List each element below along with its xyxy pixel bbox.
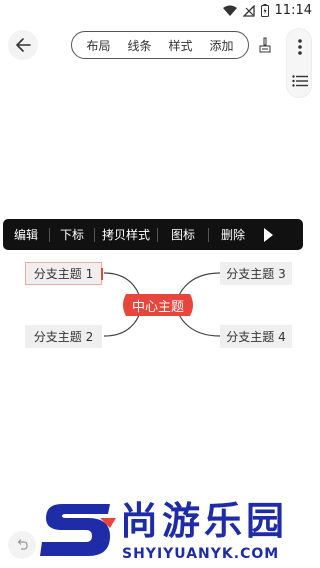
format-tabs: 布局 线条 样式 添加 <box>71 31 249 59</box>
tab-style[interactable]: 样式 <box>168 37 192 54</box>
play-arrow-icon <box>264 227 273 242</box>
context-menu: 编辑 下标 拷贝样式 图标 删除 <box>3 219 303 250</box>
battery-icon <box>260 4 269 17</box>
undo-icon <box>17 539 28 550</box>
branch-topic-2-label: 分支主题 2 <box>33 330 94 344</box>
tab-add[interactable]: 添加 <box>209 37 233 54</box>
branch-topic-1[interactable]: 分支主题 1 <box>25 262 103 285</box>
menu-copy-style[interactable]: 拷贝样式 <box>95 219 157 250</box>
more-button[interactable] <box>287 33 313 61</box>
signal-icon <box>242 4 255 17</box>
status-time: 11:14 <box>274 3 312 18</box>
outline-button[interactable] <box>287 67 313 95</box>
status-bar: 11:14 <box>0 0 320 24</box>
arrow-left-icon <box>16 38 31 52</box>
branch-topic-3-label: 分支主题 3 <box>226 267 286 281</box>
status-icons: 11:14 <box>222 3 312 18</box>
tab-layout[interactable]: 布局 <box>86 37 110 54</box>
branch-topic-4[interactable]: 分支主题 4 <box>220 325 292 348</box>
central-topic-label: 中心主题 <box>131 299 184 315</box>
wifi-icon <box>222 5 237 16</box>
back-button[interactable] <box>8 30 38 60</box>
menu-subscript[interactable]: 下标 <box>50 219 94 250</box>
branch-topic-3[interactable]: 分支主题 3 <box>220 262 292 285</box>
list-icon <box>292 75 308 87</box>
menu-icon[interactable]: 图标 <box>158 219 208 250</box>
menu-more-button[interactable] <box>257 219 279 250</box>
watermark-subtext: SHYIYUANYK.COM <box>122 546 280 562</box>
more-vertical-icon <box>298 39 302 55</box>
menu-edit[interactable]: 编辑 <box>3 219 49 250</box>
central-topic[interactable]: 中心主题 <box>122 294 194 316</box>
brush-icon <box>259 37 271 53</box>
watermark: 尚游乐园 SHYIYUANYK.COM <box>40 496 320 568</box>
branch-topic-2[interactable]: 分支主题 2 <box>25 325 102 348</box>
tab-lines[interactable]: 线条 <box>127 37 151 54</box>
branch-topic-4-label: 分支主题 4 <box>226 330 286 344</box>
branch-topic-1-label: 分支主题 1 <box>33 267 94 281</box>
selection-handle[interactable] <box>101 268 103 280</box>
undo-button[interactable] <box>8 531 36 559</box>
watermark-text: 尚游乐园 <box>120 499 289 543</box>
format-brush-button[interactable] <box>255 35 275 55</box>
menu-delete[interactable]: 删除 <box>209 219 257 250</box>
watermark-logo-icon <box>40 504 116 556</box>
side-panel <box>286 28 312 98</box>
